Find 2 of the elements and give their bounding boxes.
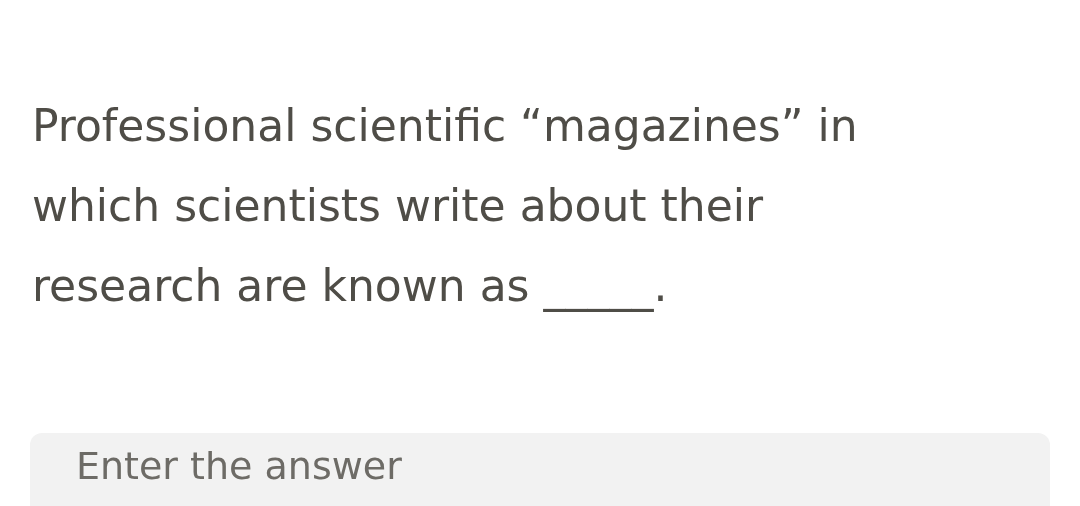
question-text: Professional scientific “magazines” in which scientists write about their research are known as _____. — [32, 99, 859, 314]
answer-field[interactable]: Enter the answer — [30, 433, 1050, 506]
